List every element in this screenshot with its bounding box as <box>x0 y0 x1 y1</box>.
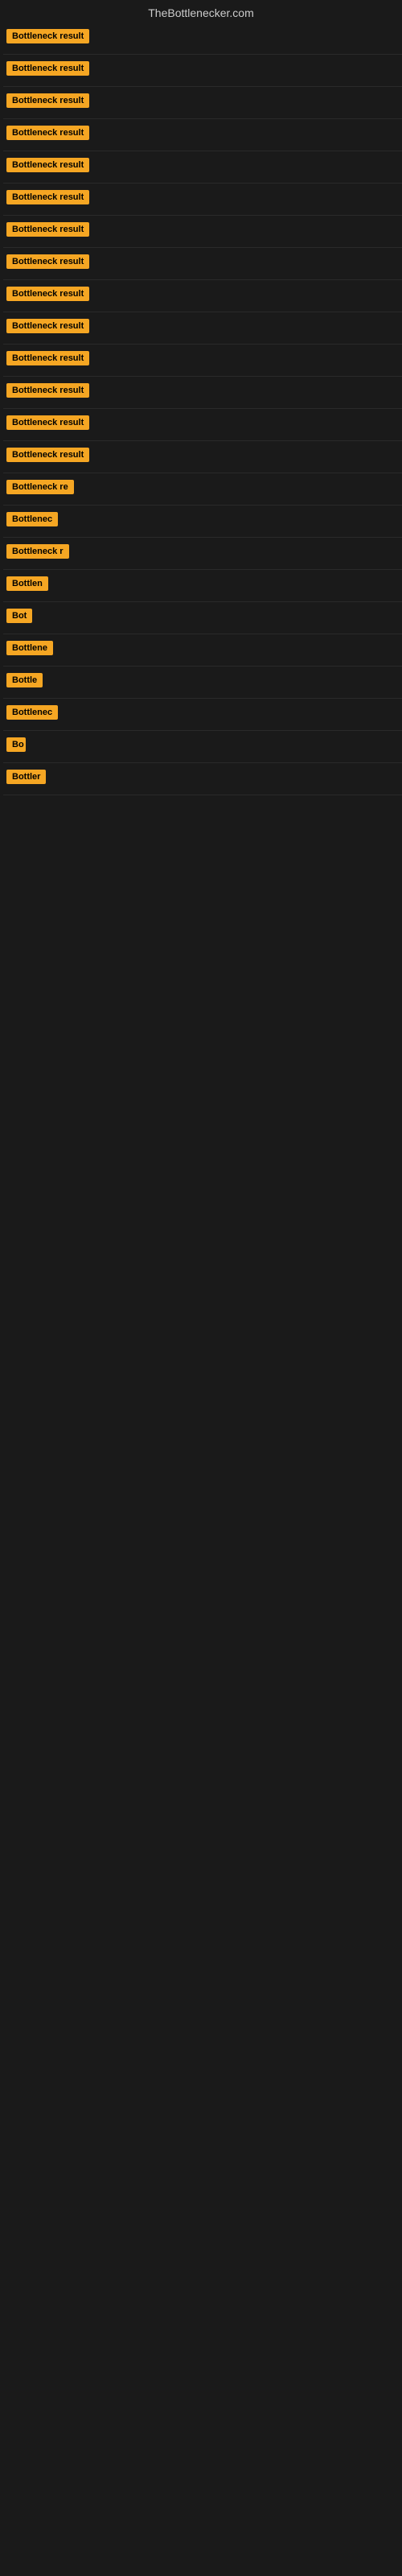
bottleneck-badge[interactable]: Bottlene <box>6 641 53 655</box>
result-row: Bottlen <box>3 570 402 602</box>
bottleneck-badge[interactable]: Bottleneck result <box>6 351 89 365</box>
bottleneck-badge[interactable]: Bottleneck result <box>6 415 89 430</box>
result-row: Bottleneck result <box>3 151 402 184</box>
bottleneck-badge[interactable]: Bottleneck result <box>6 287 89 301</box>
bottleneck-badge[interactable]: Bottleneck result <box>6 319 89 333</box>
result-row: Bottleneck result <box>3 248 402 280</box>
result-row: Bottleneck result <box>3 23 402 55</box>
result-row: Bottleneck result <box>3 441 402 473</box>
site-header: TheBottlenecker.com <box>0 0 402 23</box>
result-row: Bottleneck result <box>3 216 402 248</box>
result-row: Bottle <box>3 667 402 699</box>
bottleneck-badge[interactable]: Bottleneck result <box>6 222 89 237</box>
result-row: Bot <box>3 602 402 634</box>
bottleneck-badge[interactable]: Bottleneck result <box>6 190 89 204</box>
bottleneck-badge[interactable]: Bottleneck result <box>6 61 89 76</box>
result-row: Bottleneck result <box>3 55 402 87</box>
bottleneck-badge[interactable]: Bottler <box>6 770 46 784</box>
bottleneck-badge[interactable]: Bottleneck result <box>6 383 89 398</box>
bottleneck-badge[interactable]: Bottleneck re <box>6 480 74 494</box>
site-title: TheBottlenecker.com <box>148 6 254 19</box>
result-row: Bottleneck result <box>3 377 402 409</box>
result-row: Bottleneck result <box>3 280 402 312</box>
bottleneck-badge[interactable]: Bottleneck result <box>6 126 89 140</box>
bottleneck-badge[interactable]: Bottleneck result <box>6 448 89 462</box>
result-row: Bottlenec <box>3 506 402 538</box>
result-row: Bottlene <box>3 634 402 667</box>
bottleneck-badge[interactable]: Bottlen <box>6 576 48 591</box>
results-container: Bottleneck result Bottleneck result Bottle… <box>0 23 402 795</box>
result-row: Bottleneck result <box>3 184 402 216</box>
bottleneck-badge[interactable]: Bottle <box>6 673 43 687</box>
result-row: Bottleneck result <box>3 87 402 119</box>
result-row: Bottleneck result <box>3 345 402 377</box>
result-row: Bottleneck result <box>3 312 402 345</box>
result-row: Bottleneck re <box>3 473 402 506</box>
result-row: Bottleneck result <box>3 119 402 151</box>
bottleneck-badge[interactable]: Bottleneck result <box>6 93 89 108</box>
bottleneck-badge[interactable]: Bottlenec <box>6 705 58 720</box>
result-row: Bottleneck r <box>3 538 402 570</box>
result-row: Bottler <box>3 763 402 795</box>
result-row: Bo <box>3 731 402 763</box>
result-row: Bottleneck result <box>3 409 402 441</box>
bottleneck-badge[interactable]: Bottleneck r <box>6 544 69 559</box>
result-row: Bottlenec <box>3 699 402 731</box>
bottleneck-badge[interactable]: Bottlenec <box>6 512 58 526</box>
bottleneck-badge[interactable]: Bottleneck result <box>6 254 89 269</box>
bottleneck-badge[interactable]: Bo <box>6 737 26 752</box>
bottleneck-badge[interactable]: Bot <box>6 609 32 623</box>
bottleneck-badge[interactable]: Bottleneck result <box>6 29 89 43</box>
bottleneck-badge[interactable]: Bottleneck result <box>6 158 89 172</box>
